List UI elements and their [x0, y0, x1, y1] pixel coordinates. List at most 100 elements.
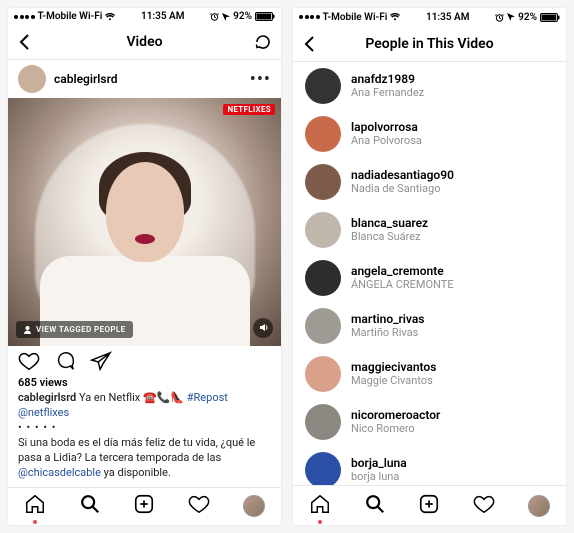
- author-avatar[interactable]: [18, 65, 46, 93]
- tab-search[interactable]: [364, 493, 386, 519]
- caption-mention[interactable]: @netflixes: [18, 406, 69, 419]
- tab-activity[interactable]: [473, 493, 495, 519]
- person-username[interactable]: borja_luna: [351, 457, 407, 471]
- people-screen: T-Mobile Wi-Fi 11:35 AM 92% People in Th…: [293, 8, 566, 525]
- caption-username[interactable]: cablegirlsrd: [18, 391, 76, 404]
- person-avatar[interactable]: [305, 308, 341, 344]
- video-media[interactable]: NETFLIXES VIEW TAGGED PEOPLE: [8, 98, 281, 346]
- person-fullname: Blanca Suárez: [351, 231, 428, 244]
- comment-button[interactable]: [54, 350, 76, 372]
- person-username[interactable]: maggiecivantos: [351, 361, 436, 375]
- person-avatar[interactable]: [305, 164, 341, 200]
- notification-dot-icon: [33, 520, 37, 524]
- person-username[interactable]: nadiadesantiago90: [351, 169, 454, 183]
- tab-activity[interactable]: [188, 493, 210, 519]
- person-fullname: Martiño Rivas: [351, 327, 424, 340]
- caption-emoji: ☎️📞👠: [143, 391, 184, 404]
- profile-avatar-icon: [243, 495, 265, 517]
- tab-search[interactable]: [79, 493, 101, 519]
- person-avatar[interactable]: [305, 116, 341, 152]
- person-icon: [23, 325, 32, 334]
- clock-label: 11:35 AM: [426, 12, 470, 23]
- location-icon: [222, 13, 230, 21]
- person-row[interactable]: nadiadesantiago90Nadia de Santiago: [293, 158, 566, 206]
- video-frame: [8, 98, 281, 346]
- nav-header: Video: [8, 25, 281, 60]
- caption-mention-2[interactable]: @chicasdelcable: [18, 466, 101, 479]
- person-avatar[interactable]: [305, 212, 341, 248]
- person-fullname: Ana Polvorosa: [351, 135, 422, 148]
- person-avatar[interactable]: [305, 68, 341, 104]
- person-row[interactable]: angela_cremonteÁNGELA CREMONTE: [293, 254, 566, 302]
- person-avatar[interactable]: [305, 260, 341, 296]
- alarm-icon: [210, 12, 219, 21]
- person-fullname: Nico Romero: [351, 423, 440, 436]
- tab-new-post[interactable]: [418, 493, 440, 519]
- wifi-icon: [105, 13, 115, 21]
- person-avatar[interactable]: [305, 452, 341, 485]
- nav-header: People in This Video: [293, 26, 566, 62]
- video-screen: T-Mobile Wi-Fi 11:35 AM 92% Video: [8, 8, 281, 525]
- person-row[interactable]: martino_rivasMartiño Rivas: [293, 302, 566, 350]
- people-list: anafdz1989Ana FernandezlapolvorrosaAna P…: [293, 62, 566, 485]
- share-button[interactable]: [90, 350, 112, 372]
- person-fullname: Maggie Civantos: [351, 375, 436, 388]
- author-row[interactable]: cablegirlsrd •••: [8, 60, 281, 98]
- person-fullname: Ana Fernandez: [351, 87, 424, 100]
- person-row[interactable]: blanca_suarezBlanca Suárez: [293, 206, 566, 254]
- netflix-badge: NETFLIXES: [223, 104, 275, 115]
- person-username[interactable]: nicoromeroactor: [351, 409, 440, 423]
- signal-icon: [299, 15, 320, 19]
- tab-home[interactable]: [309, 493, 331, 519]
- wifi-icon: [390, 13, 400, 21]
- person-avatar[interactable]: [305, 404, 341, 440]
- refresh-button[interactable]: [245, 25, 273, 59]
- person-fullname: Nadia de Santiago: [351, 183, 454, 196]
- profile-avatar-icon: [528, 495, 550, 517]
- view-tagged-people-button[interactable]: VIEW TAGGED PEOPLE: [16, 321, 133, 338]
- tab-new-post[interactable]: [133, 493, 155, 519]
- tab-bar: [8, 487, 281, 525]
- carrier-label: T-Mobile Wi-Fi: [38, 11, 103, 22]
- person-row[interactable]: anafdz1989Ana Fernandez: [293, 62, 566, 110]
- person-username[interactable]: angela_cremonte: [351, 265, 454, 279]
- carrier-label: T-Mobile Wi-Fi: [323, 12, 388, 23]
- action-row: [8, 346, 281, 377]
- like-button[interactable]: [18, 350, 40, 372]
- person-avatar[interactable]: [305, 356, 341, 392]
- author-username[interactable]: cablegirlsrd: [54, 72, 242, 86]
- status-bar: T-Mobile Wi-Fi 11:35 AM 92%: [293, 8, 566, 26]
- more-button[interactable]: •••: [250, 69, 271, 90]
- person-row[interactable]: borja_lunaborja luna: [293, 446, 566, 485]
- person-row[interactable]: lapolvorrosaAna Polvorosa: [293, 110, 566, 158]
- page-title: Video: [126, 34, 162, 50]
- tab-bar: [293, 485, 566, 525]
- person-username[interactable]: anafdz1989: [351, 73, 424, 87]
- notification-dot-icon: [318, 520, 322, 524]
- signal-icon: [14, 15, 35, 19]
- person-username[interactable]: lapolvorrosa: [351, 121, 422, 135]
- clock-label: 11:35 AM: [141, 11, 185, 22]
- caption-hashtag[interactable]: #Repost: [184, 391, 228, 404]
- caption-separator: • • • • •: [18, 421, 56, 434]
- battery-label: 92%: [518, 12, 537, 23]
- status-bar: T-Mobile Wi-Fi 11:35 AM 92%: [8, 8, 281, 25]
- person-row[interactable]: nicoromeroactorNico Romero: [293, 398, 566, 446]
- person-username[interactable]: martino_rivas: [351, 313, 424, 327]
- back-button[interactable]: [301, 26, 329, 61]
- person-row[interactable]: maggiecivantosMaggie Civantos: [293, 350, 566, 398]
- person-fullname: ÁNGELA CREMONTE: [351, 279, 454, 292]
- page-title: People in This Video: [365, 36, 493, 52]
- person-fullname: borja luna: [351, 471, 407, 484]
- battery-label: 92%: [233, 11, 252, 22]
- person-username[interactable]: blanca_suarez: [351, 217, 428, 231]
- views-count[interactable]: 685 views: [8, 376, 281, 391]
- tab-profile[interactable]: [528, 495, 550, 517]
- tab-home[interactable]: [24, 493, 46, 519]
- sound-button[interactable]: [253, 318, 273, 338]
- back-button[interactable]: [16, 25, 44, 59]
- view-tagged-label: VIEW TAGGED PEOPLE: [36, 325, 126, 334]
- alarm-icon: [495, 13, 504, 22]
- caption[interactable]: cablegirlsrd Ya en Netflix ☎️📞👠 #Repost …: [8, 391, 281, 486]
- tab-profile[interactable]: [243, 495, 265, 517]
